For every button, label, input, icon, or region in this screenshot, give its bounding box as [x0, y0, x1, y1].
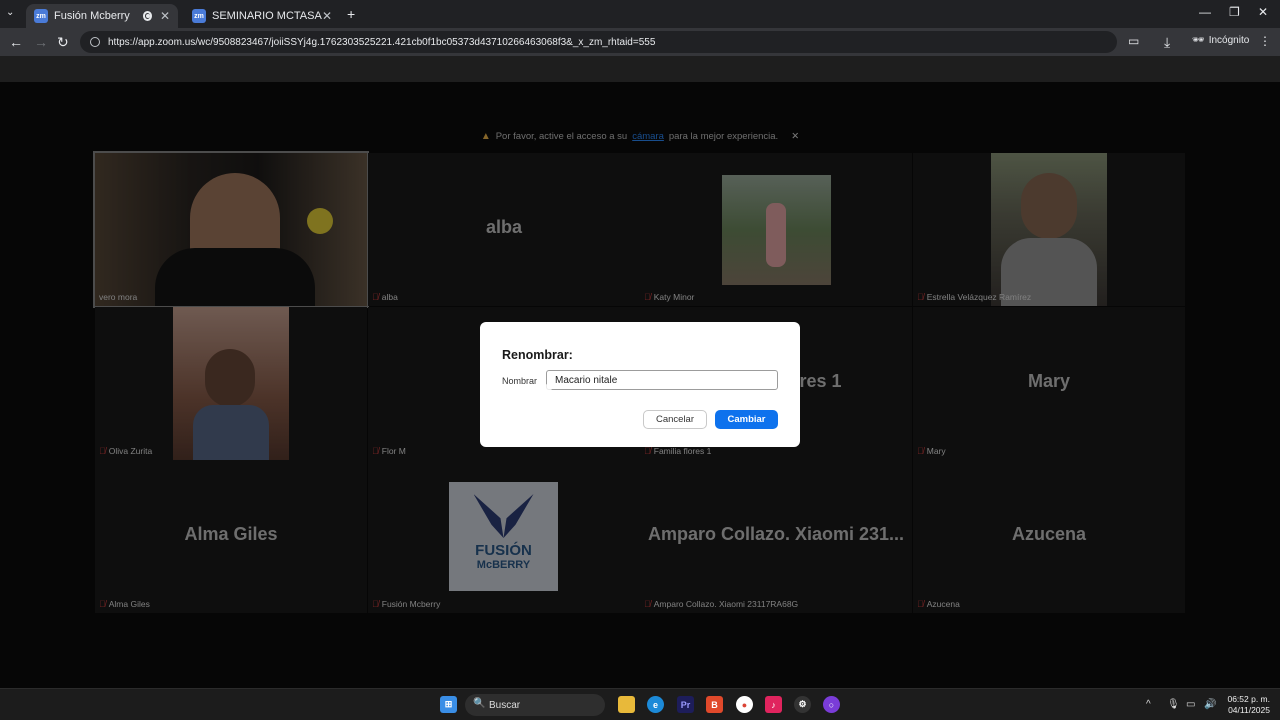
incognito-label: Incógnito	[1208, 35, 1250, 46]
network-icon[interactable]: ▭	[1186, 699, 1195, 710]
menu-icon[interactable]: ⋮	[1259, 34, 1271, 48]
reader-mode-icon[interactable]: ▭	[1128, 34, 1139, 48]
premiere-icon[interactable]: Pr	[677, 696, 694, 713]
settings-icon[interactable]: ⚙	[794, 696, 811, 713]
name-field-label: Nombrar	[502, 376, 538, 386]
windows-taskbar: ⊞ 🔍 Buscar e Pr B ● ♪ ⚙ ○ ^ 🎙 ▭ 🔊 06:52 …	[0, 688, 1280, 720]
tab-fusion-mcberry[interactable]: zm Fusión Mcberry ✕	[26, 4, 178, 28]
start-icon[interactable]: ⊞	[440, 696, 457, 713]
tab-seminario[interactable]: zm SEMINARIO MCTASA 2025 28- ✕	[184, 4, 340, 28]
recording-icon	[142, 11, 152, 21]
search-placeholder: Buscar	[489, 699, 521, 711]
tab-title: SEMINARIO MCTASA 2025 28-	[212, 10, 322, 22]
cancel-button[interactable]: Cancelar	[643, 410, 707, 429]
back-icon[interactable]: ←	[9, 34, 23, 50]
browser-tab-bar: ⌄ zm Fusión Mcberry ✕ zm SEMINARIO MCTAS…	[0, 0, 1280, 28]
tray-chevron-icon[interactable]: ^	[1146, 699, 1151, 710]
new-tab-button[interactable]: +	[347, 6, 355, 22]
file-explorer-icon[interactable]	[618, 696, 635, 713]
rename-input[interactable]	[546, 370, 778, 390]
url-text: https://app.zoom.us/wc/9508823467/joiiSS…	[108, 36, 656, 48]
meeting-header-strip	[0, 56, 1280, 82]
reload-icon[interactable]: ↻	[57, 34, 69, 51]
forward-icon[interactable]: →	[34, 34, 48, 50]
maximize-icon[interactable]: ❐	[1229, 5, 1240, 19]
site-info-icon[interactable]	[90, 37, 100, 47]
microphone-icon[interactable]: 🎙	[1167, 699, 1180, 710]
address-bar[interactable]: https://app.zoom.us/wc/9508823467/joiiSS…	[80, 31, 1117, 53]
brave-icon[interactable]: B	[706, 696, 723, 713]
clock-time: 06:52 p. m.	[1227, 694, 1270, 704]
taskbar-search[interactable]: 🔍 Buscar	[465, 694, 605, 716]
dialog-title: Renombrar:	[502, 348, 573, 362]
search-icon: 🔍	[473, 698, 486, 709]
close-window-icon[interactable]: ✕	[1258, 5, 1268, 19]
change-button[interactable]: Cambiar	[715, 410, 778, 429]
clock-date: 04/11/2025	[1228, 705, 1270, 715]
volume-icon[interactable]: 🔊	[1204, 699, 1216, 710]
app-icon[interactable]: ○	[823, 696, 840, 713]
close-tab-icon[interactable]: ✕	[322, 9, 332, 23]
tiktok-icon[interactable]: ♪	[765, 696, 782, 713]
tab-list-dropdown-icon[interactable]: ⌄	[6, 7, 14, 18]
incognito-icon: 🕶	[1192, 35, 1205, 46]
download-icon[interactable]: ⤓	[1164, 34, 1170, 51]
incognito-indicator[interactable]: 🕶 Incógnito	[1192, 35, 1249, 46]
edge-icon[interactable]: e	[647, 696, 664, 713]
system-clock[interactable]: 06:52 p. m. 04/11/2025	[1222, 694, 1270, 716]
rename-dialog: Renombrar: Nombrar Cancelar Cambiar	[480, 322, 800, 447]
close-tab-icon[interactable]: ✕	[160, 9, 170, 23]
zoom-favicon-icon: zm	[192, 9, 206, 23]
chrome-icon[interactable]: ●	[736, 696, 753, 713]
zoom-favicon-icon: zm	[34, 9, 48, 23]
minimize-icon[interactable]: —	[1199, 5, 1211, 19]
tab-title: Fusión Mcberry	[54, 10, 130, 22]
